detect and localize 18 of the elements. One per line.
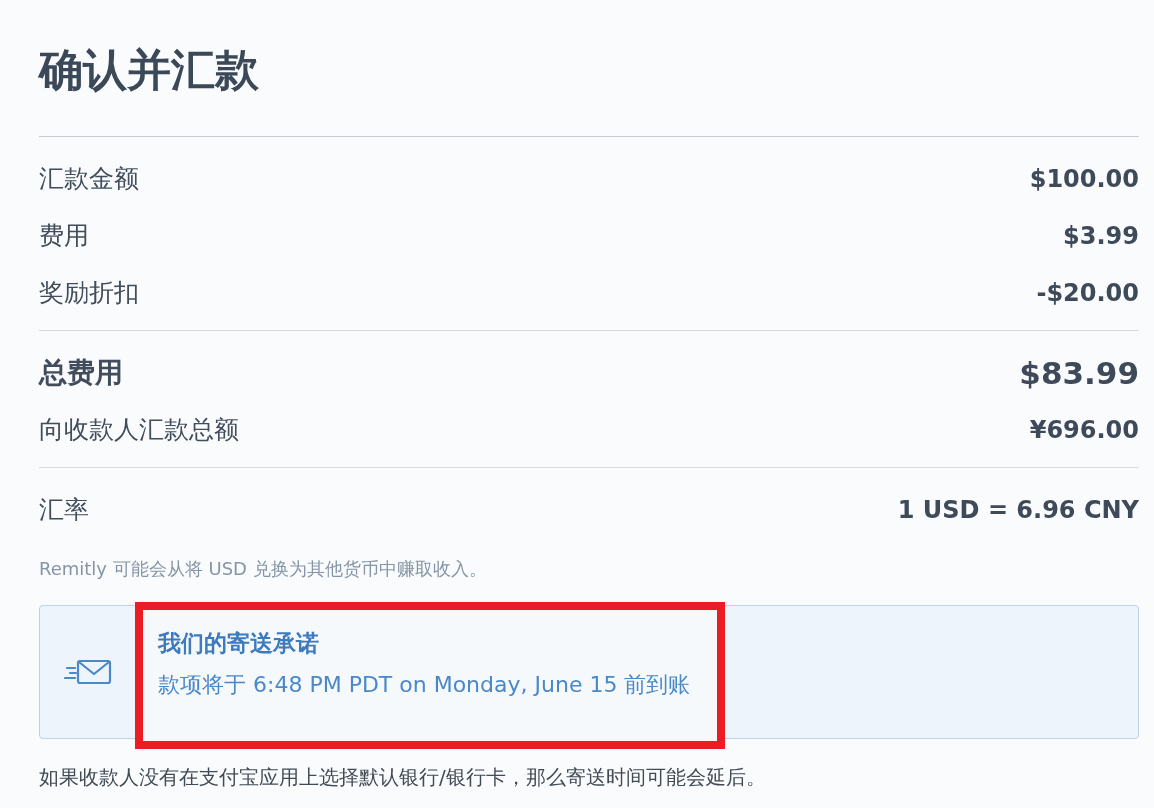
summary-label: 汇款金额 — [39, 163, 139, 195]
summary-label: 总费用 — [39, 354, 123, 391]
summary-value: $83.99 — [1019, 354, 1139, 391]
summary-label: 向收款人汇款总额 — [39, 414, 239, 446]
summary-value: $100.00 — [1029, 164, 1139, 193]
summary-label: 汇率 — [39, 494, 89, 526]
summary-value: $3.99 — [1063, 221, 1139, 250]
summary-label: 费用 — [39, 220, 89, 252]
exchange-note: Remitly 可能会从将 USD 兑换为其他货币中赚取收入。 — [39, 557, 487, 581]
summary-value: -$20.00 — [1036, 278, 1139, 307]
delivery-footnote: 如果收款人没有在支付宝应用上选择默认银行/银行卡，那么寄送时间可能会延后。 — [39, 764, 766, 791]
envelope-icon — [63, 657, 112, 687]
page-title: 确认并汇款 — [39, 43, 259, 97]
promise-title: 我们的寄送承诺 — [158, 629, 319, 658]
promise-text: 款项将于 6:48 PM PDT on Monday, June 15 前到账 — [158, 671, 691, 699]
summary-value: 1 USD = 6.96 CNY — [897, 495, 1139, 524]
summary-value: ¥696.00 — [1029, 415, 1139, 444]
summary-label: 奖励折扣 — [39, 277, 139, 309]
